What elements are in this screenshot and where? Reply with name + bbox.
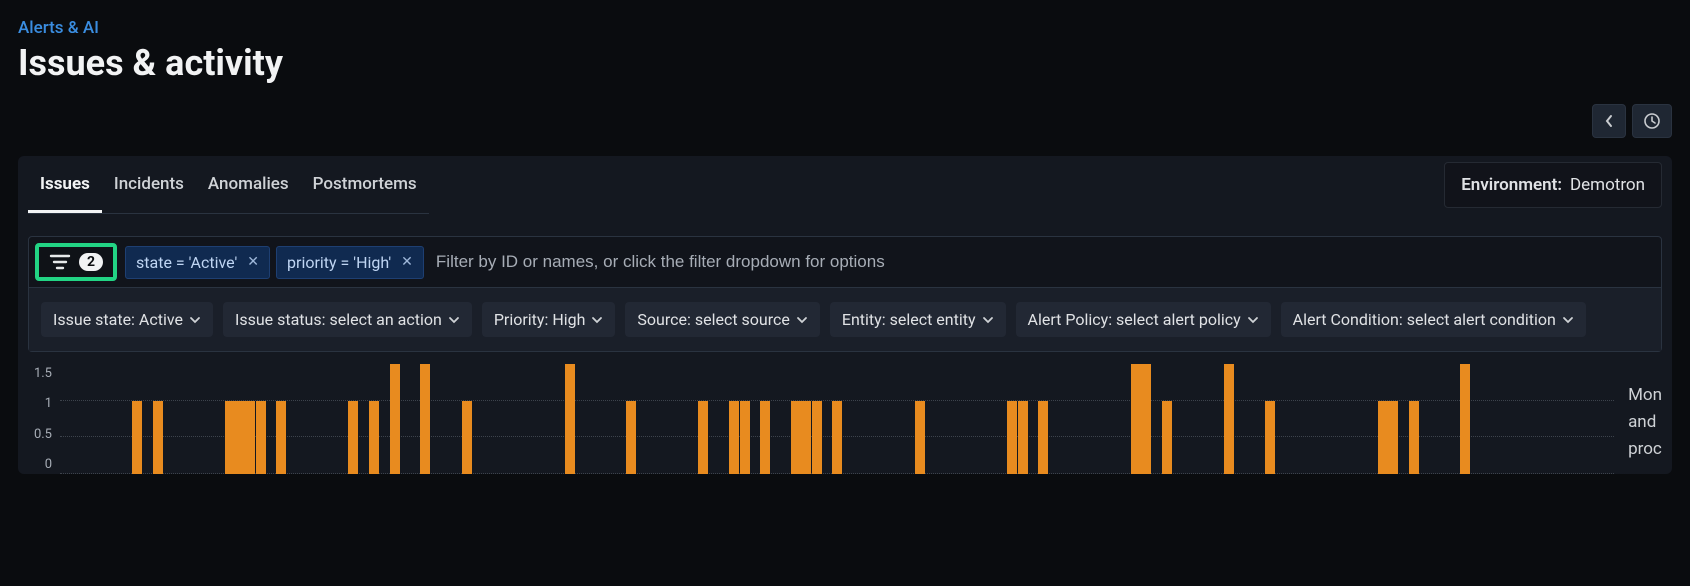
filter-chip[interactable]: priority = 'High' ✕: [276, 246, 424, 279]
filter-selector[interactable]: Alert Condition: select alert condition: [1281, 302, 1586, 337]
page-title: Issues & activity: [18, 42, 1672, 84]
filter-dropdown: Issue state: Active Issue status: select …: [29, 287, 1661, 351]
filter-region: 2 state = 'Active' ✕ priority = 'High' ✕ Is…: [28, 236, 1662, 352]
chevron-down-icon: [591, 316, 603, 324]
filter-selector-label: Issue state: Active: [53, 310, 183, 329]
chart-bar: [390, 364, 400, 474]
chevron-down-icon: [796, 316, 808, 324]
tab-issues[interactable]: Issues: [28, 156, 102, 213]
chart-bar: [626, 401, 636, 474]
chart-bar: [369, 401, 379, 474]
y-tick-label: 1.5: [28, 366, 52, 381]
side-text-line: proc: [1628, 436, 1662, 463]
close-icon[interactable]: ✕: [247, 254, 259, 270]
chart-bar: [1038, 401, 1048, 474]
filter-selector-label: Entity: select entity: [842, 310, 976, 329]
chart-bar: [153, 401, 163, 474]
chevron-down-icon: [1247, 316, 1259, 324]
y-tick-label: 0: [28, 457, 52, 472]
filter-chip-label: state = 'Active': [136, 253, 237, 272]
filter-selector[interactable]: Issue state: Active: [41, 302, 213, 337]
filter-selector-label: Priority: High: [494, 310, 586, 329]
chevron-down-icon: [982, 316, 994, 324]
chevron-down-icon: [189, 316, 201, 324]
filter-chip[interactable]: state = 'Active' ✕: [125, 246, 270, 279]
chart-bar: [1378, 401, 1388, 474]
chart-bar: [225, 401, 235, 474]
environment-value: Demotron: [1570, 175, 1645, 195]
filter-selector-label: Alert Policy: select alert policy: [1028, 310, 1241, 329]
side-text-line: Mon: [1628, 382, 1662, 409]
clock-icon: [1643, 112, 1661, 130]
y-tick-label: 0.5: [28, 427, 52, 442]
chart-bar: [1141, 364, 1151, 474]
chart-bar: [1224, 364, 1234, 474]
chart-bar: [276, 401, 286, 474]
filter-count-badge: 2: [79, 253, 103, 271]
time-picker-button[interactable]: [1632, 104, 1672, 138]
prev-time-button[interactable]: [1592, 104, 1626, 138]
filter-selector[interactable]: Priority: High: [482, 302, 616, 337]
y-tick-label: 1: [28, 396, 52, 411]
chart-bar: [801, 401, 811, 474]
chart-bar: [1131, 364, 1141, 474]
environment-selector[interactable]: Environment: Demotron: [1444, 162, 1662, 208]
chart-bar: [245, 401, 255, 474]
chart-bar: [235, 401, 245, 474]
chart-bar: [420, 364, 430, 474]
chevron-left-icon: [1604, 114, 1614, 128]
tabs: IssuesIncidentsAnomaliesPostmortems: [28, 156, 429, 214]
side-help-text: Monandproc: [1614, 364, 1662, 474]
chart-bar: [565, 364, 575, 474]
chart-bar: [1018, 401, 1028, 474]
filter-bar: 2 state = 'Active' ✕ priority = 'High' ✕: [29, 237, 1661, 287]
chart-bar: [760, 401, 770, 474]
issues-chart[interactable]: [60, 364, 1614, 474]
chart-bar: [256, 401, 266, 474]
chart-bar: [1409, 401, 1419, 474]
filter-dropdown-trigger[interactable]: 2: [35, 243, 117, 281]
chart-bar: [1388, 401, 1398, 474]
chart-bar: [791, 401, 801, 474]
chart-bar: [132, 401, 142, 474]
tab-anomalies[interactable]: Anomalies: [196, 156, 301, 213]
chevron-down-icon: [1562, 316, 1574, 324]
chart-y-axis: 1.5 1 0.5 0: [28, 364, 60, 474]
chart-bar: [729, 401, 739, 474]
chart-bar: [1007, 401, 1017, 474]
filter-selector-label: Alert Condition: select alert condition: [1293, 310, 1556, 329]
environment-label: Environment:: [1461, 175, 1562, 195]
chart-bar: [832, 401, 842, 474]
breadcrumb-link[interactable]: Alerts & AI: [18, 18, 1672, 38]
chart-bar: [1460, 364, 1470, 474]
filter-selector-label: Source: select source: [637, 310, 789, 329]
main-panel: IssuesIncidentsAnomaliesPostmortems Envi…: [18, 156, 1672, 474]
chevron-down-icon: [448, 316, 460, 324]
chart-bar: [1162, 401, 1172, 474]
chart-bar: [812, 401, 822, 474]
chart-bar: [915, 401, 925, 474]
top-toolbar: [18, 104, 1672, 138]
tab-postmortems[interactable]: Postmortems: [301, 156, 429, 213]
close-icon[interactable]: ✕: [401, 254, 413, 270]
filter-icon: [49, 253, 71, 271]
filter-selector[interactable]: Source: select source: [625, 302, 819, 337]
filter-selector-label: Issue status: select an action: [235, 310, 442, 329]
filter-selector[interactable]: Entity: select entity: [830, 302, 1006, 337]
filter-input[interactable]: [432, 246, 1655, 278]
chart-bar: [462, 401, 472, 474]
chart-bar: [348, 401, 358, 474]
filter-selector[interactable]: Issue status: select an action: [223, 302, 472, 337]
chart-bar: [1265, 401, 1275, 474]
chart-bar: [740, 401, 750, 474]
side-text-line: and: [1628, 409, 1662, 436]
chart-bar: [698, 401, 708, 474]
filter-selector[interactable]: Alert Policy: select alert policy: [1016, 302, 1271, 337]
filter-chip-label: priority = 'High': [287, 253, 391, 272]
tab-incidents[interactable]: Incidents: [102, 156, 196, 213]
